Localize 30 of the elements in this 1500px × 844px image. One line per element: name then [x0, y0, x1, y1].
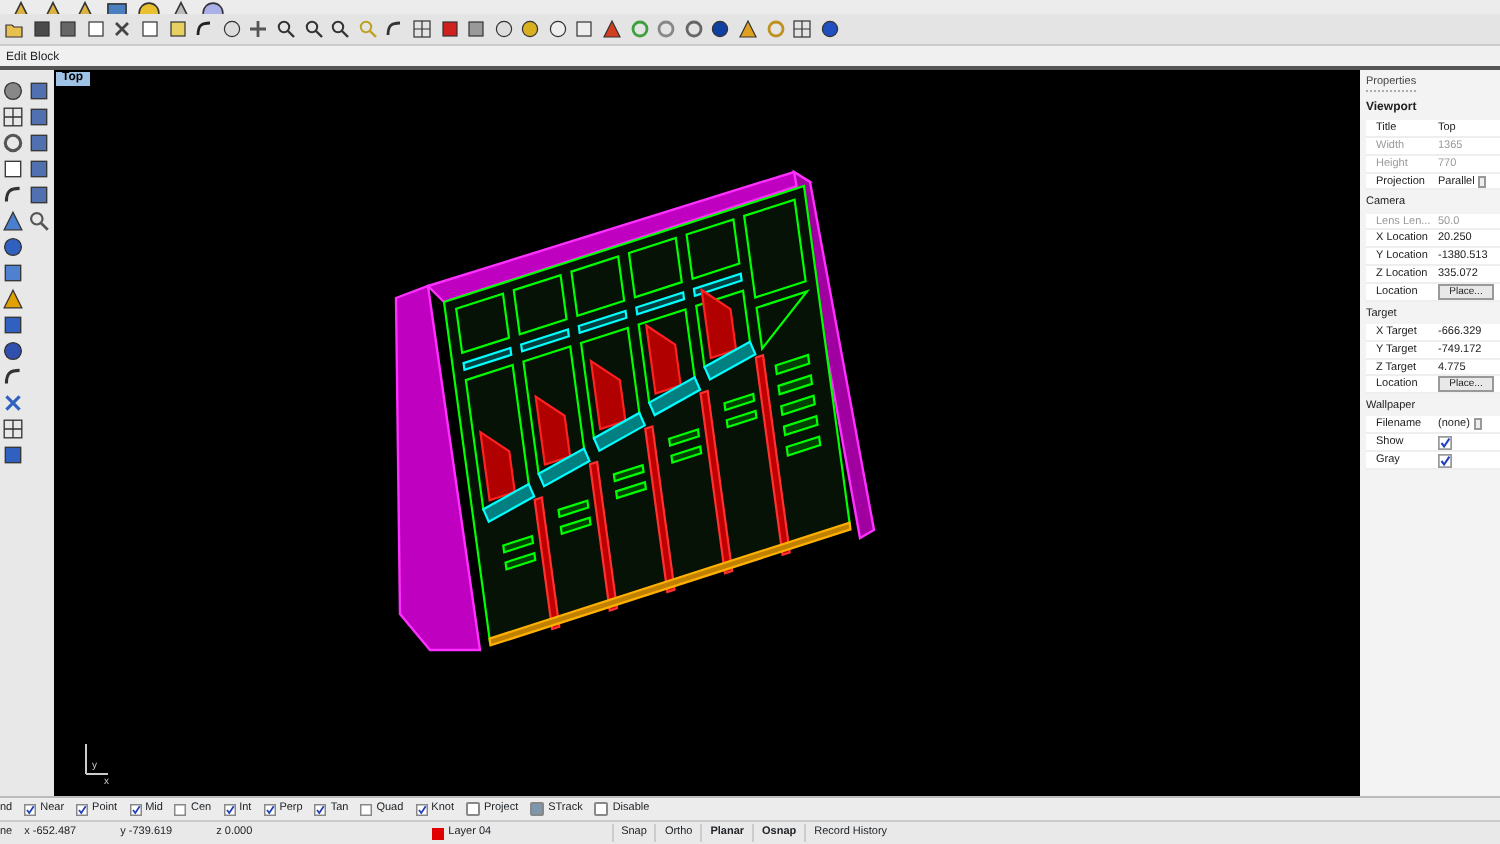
zoom-icon[interactable]: [275, 18, 296, 40]
toggle-box[interactable]: [594, 802, 609, 816]
checkbox[interactable]: [174, 803, 187, 815]
toggle-box[interactable]: [465, 802, 480, 816]
folder-icon[interactable]: [4, 18, 24, 40]
rectangle-icon[interactable]: [2, 158, 24, 180]
dot-icon[interactable]: [2, 80, 24, 102]
layout-icon[interactable]: [792, 18, 813, 40]
zoom-icon[interactable]: [28, 210, 50, 232]
zoom-extents-icon[interactable]: [330, 18, 351, 40]
toggle-box[interactable]: [530, 802, 545, 816]
checkbox[interactable]: [360, 803, 373, 815]
checkbox[interactable]: [129, 803, 142, 815]
cut-icon[interactable]: [112, 18, 133, 40]
checkbox[interactable]: [314, 803, 327, 815]
zoom-icon[interactable]: [303, 18, 324, 40]
pan-icon[interactable]: [248, 18, 269, 40]
checkbox[interactable]: [263, 803, 276, 815]
checkbox[interactable]: [1438, 435, 1452, 450]
checkbox[interactable]: [76, 803, 89, 815]
arc-icon[interactable]: [2, 184, 24, 206]
checkbox[interactable]: [223, 803, 236, 815]
dropdown-button[interactable]: [1478, 175, 1487, 188]
curve-icon[interactable]: [2, 366, 24, 388]
checkbox[interactable]: [1438, 453, 1452, 468]
browse-button[interactable]: [1473, 418, 1482, 431]
checkbox[interactable]: [24, 803, 37, 815]
grid-icon[interactable]: [411, 18, 432, 40]
axis-icon: [85, 743, 109, 775]
checkbox[interactable]: [415, 803, 428, 815]
